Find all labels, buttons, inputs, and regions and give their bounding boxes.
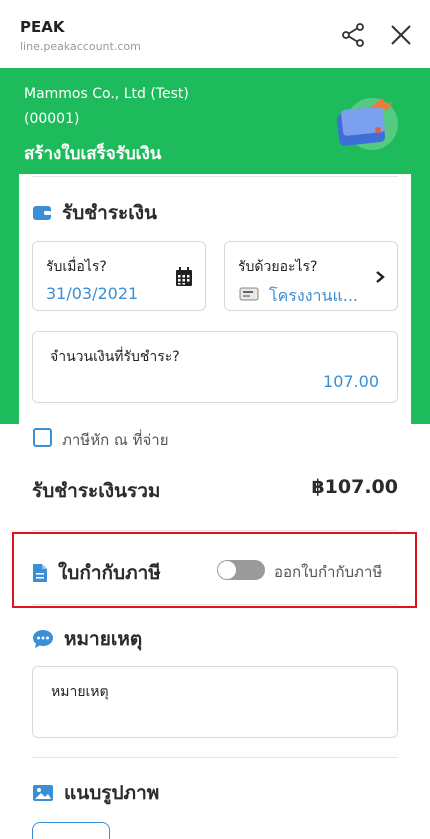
app-name: PEAK	[20, 18, 65, 36]
amount-label: จำนวนเงินที่รับชำระ?	[50, 349, 180, 365]
total-divider	[32, 530, 398, 531]
chat-bubble-icon	[33, 630, 53, 648]
tax-divider	[32, 604, 398, 605]
tax-invoice-section-title: ใบกำกับภาษี	[58, 562, 161, 584]
document-icon	[33, 564, 47, 582]
attachment-section-header: แนบรูปภาพ	[32, 778, 159, 808]
wallet-icon	[33, 206, 51, 220]
amount-field[interactable]: จำนวนเงินที่รับชำระ? 107.00	[32, 331, 398, 403]
payment-section-header: รับชำระเงิน	[32, 198, 157, 228]
toggle-knob	[218, 561, 236, 579]
withholding-tax-checkbox[interactable]	[33, 428, 52, 447]
page-title: สร้างใบเสร็จรับเงิน	[24, 144, 162, 164]
withholding-tax-label: ภาษีหัก ณ ที่จ่าย	[62, 431, 169, 449]
method-label: รับด้วยอะไร?	[238, 259, 318, 275]
company-code: (00001)	[24, 111, 80, 127]
note-section-header: หมายเหตุ	[32, 624, 142, 654]
payment-section-title: รับชำระเงิน	[62, 202, 157, 224]
wallet-illustration	[336, 98, 398, 150]
bank-icon	[239, 287, 259, 301]
attachment-section-title: แนบรูปภาพ	[64, 782, 160, 804]
top-divider	[32, 176, 398, 177]
note-placeholder: หมายเหตุ	[51, 684, 109, 700]
issue-tax-invoice-toggle[interactable]	[217, 560, 265, 580]
date-value: 31/03/2021	[46, 284, 139, 303]
date-label: รับเมื่อไร?	[46, 259, 107, 275]
date-field[interactable]: รับเมื่อไร? 31/03/2021	[32, 241, 206, 311]
total-value: ฿107.00	[311, 476, 398, 498]
amount-value: 107.00	[323, 372, 379, 391]
image-icon	[33, 785, 53, 801]
upload-image-button[interactable]	[32, 822, 110, 839]
top-bar: PEAK line.peakaccount.com	[0, 0, 430, 68]
note-divider	[32, 757, 398, 758]
company-info: Mammos Co., Ltd (Test) (00001)	[24, 82, 189, 132]
share-icon[interactable]	[340, 22, 366, 48]
method-value: โครงงานแ...	[269, 286, 359, 305]
app-url: line.peakaccount.com	[20, 40, 141, 53]
total-label: รับชำระเงินรวม	[32, 480, 161, 502]
company-name: Mammos Co., Ltd (Test)	[24, 86, 189, 102]
calendar-icon[interactable]	[175, 267, 193, 287]
close-icon[interactable]	[388, 22, 414, 48]
note-section-title: หมายเหตุ	[64, 628, 143, 650]
chevron-right-icon[interactable]	[375, 271, 385, 283]
payment-method-field[interactable]: รับด้วยอะไร? โครงงานแ...	[224, 241, 398, 311]
tax-invoice-section-header: ใบกำกับภาษี	[32, 558, 161, 588]
issue-tax-invoice-label: ออกใบกำกับภาษี	[274, 563, 383, 581]
note-input[interactable]: หมายเหตุ	[32, 666, 398, 738]
